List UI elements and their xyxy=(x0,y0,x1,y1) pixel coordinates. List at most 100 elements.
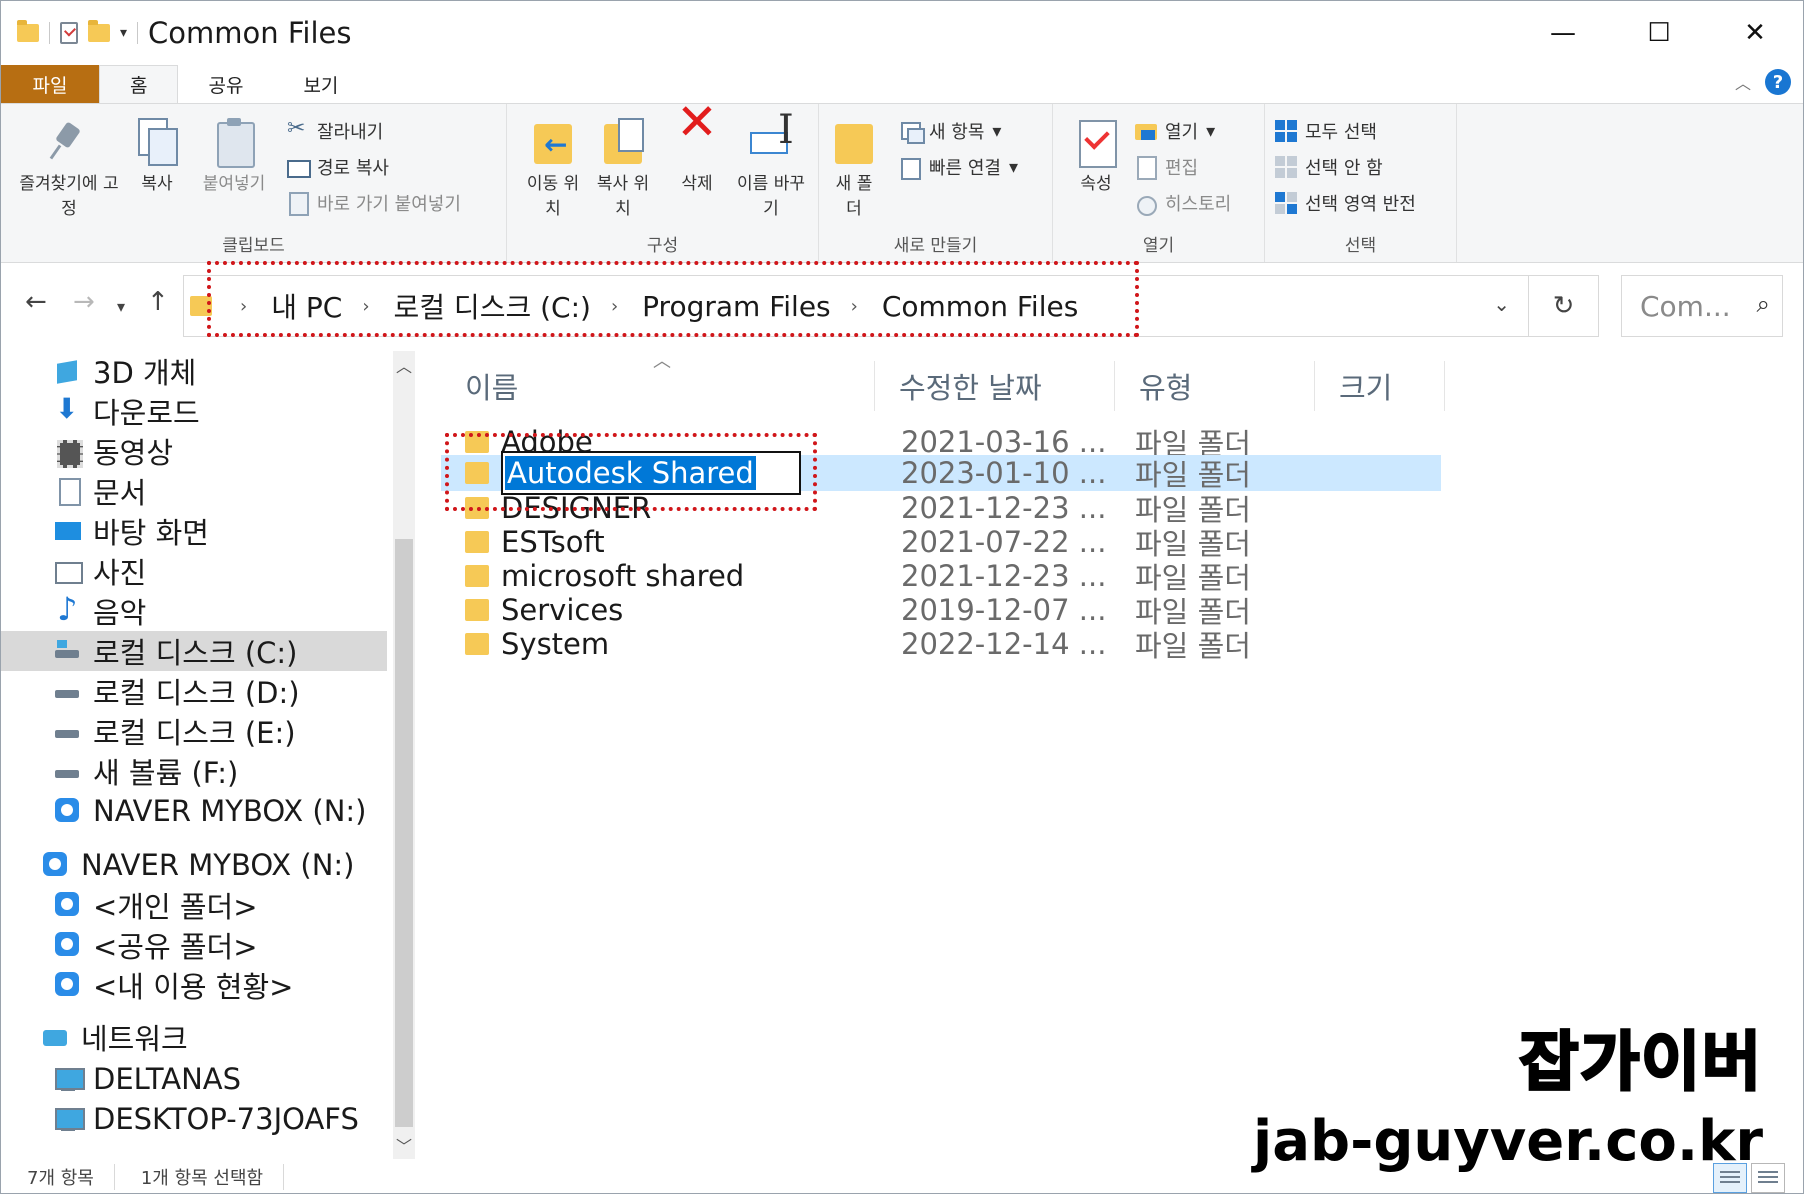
breadcrumb-local-disk-c[interactable]: 로컬 디스크 (C:) xyxy=(394,286,591,326)
address-bar[interactable]: › 내 PC › 로컬 디스크 (C:) › Program Files › C… xyxy=(183,275,1529,337)
nav-item-naver-mybox[interactable]: NAVER MYBOX (N:) xyxy=(1,791,387,831)
breadcrumb-program-files[interactable]: Program Files xyxy=(642,290,830,323)
edit-label: 편집 xyxy=(1165,158,1199,179)
nav-item-pictures[interactable]: 사진 xyxy=(1,551,387,591)
edit-button[interactable]: 편집 xyxy=(1135,154,1198,180)
title-bar: ▾ Common Files — ☐ ✕ xyxy=(1,1,1803,65)
nav-item-videos[interactable]: 동영상 xyxy=(1,431,387,471)
tab-file[interactable]: 파일 xyxy=(1,65,99,103)
recent-locations-icon[interactable]: ▾ xyxy=(117,297,125,316)
invert-selection-button[interactable]: 선택 영역 반전 xyxy=(1275,190,1416,216)
column-header-date[interactable]: 수정한 날짜 xyxy=(875,361,1115,411)
column-header-name[interactable]: 이름 xyxy=(441,361,875,411)
properties-button[interactable]: 속성 xyxy=(1071,116,1121,197)
rename-input[interactable]: Autodesk Shared xyxy=(501,451,801,495)
easy-access-button[interactable]: 빠른 연결 ▾ xyxy=(899,154,1018,180)
copy-to-button[interactable]: 복사 위치 xyxy=(591,116,655,222)
qat-separator xyxy=(49,22,50,44)
nav-item-local-disk-e[interactable]: 로컬 디스크 (E:) xyxy=(1,711,387,751)
select-all-button[interactable]: 모두 선택 xyxy=(1275,118,1377,144)
table-row[interactable]: Services 2019-12-07 ... 파일 폴더 xyxy=(441,593,1441,629)
properties-qat-icon[interactable] xyxy=(60,22,78,44)
copy-path-icon xyxy=(287,156,311,178)
organize-group: 이동 위치 복사 위치 삭제 이름 바꾸기 구성 xyxy=(507,104,819,262)
nav-item-usage[interactable]: <내 이용 현황> xyxy=(1,965,387,1005)
tab-home[interactable]: 홈 xyxy=(99,65,179,103)
large-icons-view-button[interactable] xyxy=(1751,1163,1785,1193)
breadcrumb-separator-icon[interactable]: › xyxy=(362,296,369,317)
clipboard-group: 즐겨찾기에 고정 복사 붙여넣기 잘라내기 경로 복사 바로 가기 붙여넣기 xyxy=(1,104,507,262)
column-header-type[interactable]: 유형 xyxy=(1115,361,1315,411)
breadcrumb-separator-icon[interactable]: › xyxy=(611,296,618,317)
table-row[interactable]: Autodesk Shared 2023-01-10 ... 파일 폴더 xyxy=(441,451,1441,495)
ribbon: 즐겨찾기에 고정 복사 붙여넣기 잘라내기 경로 복사 바로 가기 붙여넣기 xyxy=(1,103,1803,263)
tab-view[interactable]: 보기 xyxy=(273,65,368,103)
minimize-button[interactable]: — xyxy=(1515,1,1611,65)
breadcrumb-separator-icon[interactable]: › xyxy=(851,296,858,317)
nav-item-3d-objects[interactable]: 3D 개체 xyxy=(1,351,387,391)
maximize-button[interactable]: ☐ xyxy=(1611,1,1707,65)
copy-path-button[interactable]: 경로 복사 xyxy=(287,154,389,180)
forward-arrow-icon[interactable]: → xyxy=(73,287,95,317)
column-header-size[interactable]: 크기 xyxy=(1315,361,1445,411)
nav-item-new-volume-f[interactable]: 새 볼륨 (F:) xyxy=(1,751,387,791)
up-arrow-icon[interactable]: ↑ xyxy=(147,287,169,317)
rename-button[interactable]: 이름 바꾸기 xyxy=(735,116,807,222)
back-arrow-icon[interactable]: ← xyxy=(25,287,47,317)
nav-item-documents[interactable]: 문서 xyxy=(1,471,387,511)
new-folder-qat-icon[interactable] xyxy=(88,20,110,42)
scroll-down-icon[interactable]: ﹀ xyxy=(396,1133,412,1157)
address-dropdown-icon[interactable]: ⌄ xyxy=(1493,292,1510,316)
scrollbar-thumb[interactable] xyxy=(395,539,413,1127)
details-view-button[interactable] xyxy=(1713,1163,1747,1193)
nav-item-local-disk-c[interactable]: 로컬 디스크 (C:) xyxy=(1,631,387,671)
close-button[interactable]: ✕ xyxy=(1707,1,1803,65)
nav-item-music[interactable]: 음악 xyxy=(1,590,387,631)
selected-count: 1개 항목 선택함 xyxy=(115,1164,285,1190)
scroll-up-icon[interactable]: ︿ xyxy=(396,353,412,377)
nav-item-local-disk-d[interactable]: 로컬 디스크 (D:) xyxy=(1,671,387,711)
cut-button[interactable]: 잘라내기 xyxy=(287,116,383,144)
nav-item-network[interactable]: 네트워크 xyxy=(1,1017,387,1057)
refresh-button[interactable]: ↻ xyxy=(1529,275,1599,337)
tab-share[interactable]: 공유 xyxy=(178,65,273,103)
nav-item-personal-folder[interactable]: <개인 폴더> xyxy=(1,885,387,925)
nav-item-desktop[interactable]: 바탕 화면 xyxy=(1,511,387,551)
file-name: DESIGNER xyxy=(501,491,652,525)
file-explorer-window: ▾ Common Files — ☐ ✕ 파일 홈 공유 보기 ︿ ? 즐겨찾기… xyxy=(0,0,1804,1194)
nav-item-deltanas[interactable]: DELTANAS xyxy=(1,1059,387,1099)
select-none-button[interactable]: 선택 안 함 xyxy=(1275,154,1383,180)
delete-button[interactable]: 삭제 xyxy=(667,110,727,197)
collapse-ribbon-icon[interactable]: ︿ xyxy=(1735,70,1751,94)
qat-dropdown-icon[interactable]: ▾ xyxy=(120,25,127,41)
search-input[interactable]: Com... ⌕ xyxy=(1621,275,1783,337)
table-row[interactable]: ESTsoft 2021-07-22 ... 파일 폴더 xyxy=(441,525,1441,561)
move-to-button[interactable]: 이동 위치 xyxy=(521,116,585,222)
pin-to-quick-access-button[interactable]: 즐겨찾기에 고정 xyxy=(15,116,123,222)
copy-button[interactable]: 복사 xyxy=(129,116,185,197)
history-button[interactable]: 히스토리 xyxy=(1135,190,1231,216)
paste-button[interactable]: 붙여넣기 xyxy=(191,116,277,197)
invert-selection-icon xyxy=(1275,192,1297,214)
open-button[interactable]: 열기 ▾ xyxy=(1135,118,1215,144)
table-row[interactable]: System 2022-12-14 ... 파일 폴더 xyxy=(441,627,1441,663)
table-row[interactable]: microsoft shared 2021-12-23 ... 파일 폴더 xyxy=(441,559,1441,595)
nav-item-naver-mybox-root[interactable]: NAVER MYBOX (N:) xyxy=(1,845,387,885)
new-folder-button[interactable]: 새 폴더 xyxy=(829,116,879,222)
nav-item-downloads[interactable]: 다운로드 xyxy=(1,391,387,431)
paste-shortcut-button[interactable]: 바로 가기 붙여넣기 xyxy=(287,190,461,216)
new-item-button[interactable]: 새 항목 ▾ xyxy=(899,118,1001,144)
drive-icon xyxy=(55,718,81,744)
nav-pane-scrollbar[interactable]: ︿ ﹀ xyxy=(393,351,415,1159)
folder-icon xyxy=(465,531,489,553)
rename-icon xyxy=(748,116,794,166)
nav-item-desktop-73joafs[interactable]: DESKTOP-73JOAFS xyxy=(1,1099,387,1139)
breadcrumb-this-pc[interactable]: 내 PC xyxy=(271,286,342,326)
table-row[interactable]: DESIGNER 2021-12-23 ... 파일 폴더 xyxy=(441,491,1441,527)
breadcrumb-common-files[interactable]: Common Files xyxy=(882,290,1078,323)
rename-label: 이름 바꾸기 xyxy=(737,174,805,219)
help-icon[interactable]: ? xyxy=(1765,69,1791,95)
search-icon[interactable]: ⌕ xyxy=(1757,290,1770,318)
nav-item-shared-folder[interactable]: <공유 폴더> xyxy=(1,925,387,965)
breadcrumb-separator-icon[interactable]: › xyxy=(240,296,247,317)
